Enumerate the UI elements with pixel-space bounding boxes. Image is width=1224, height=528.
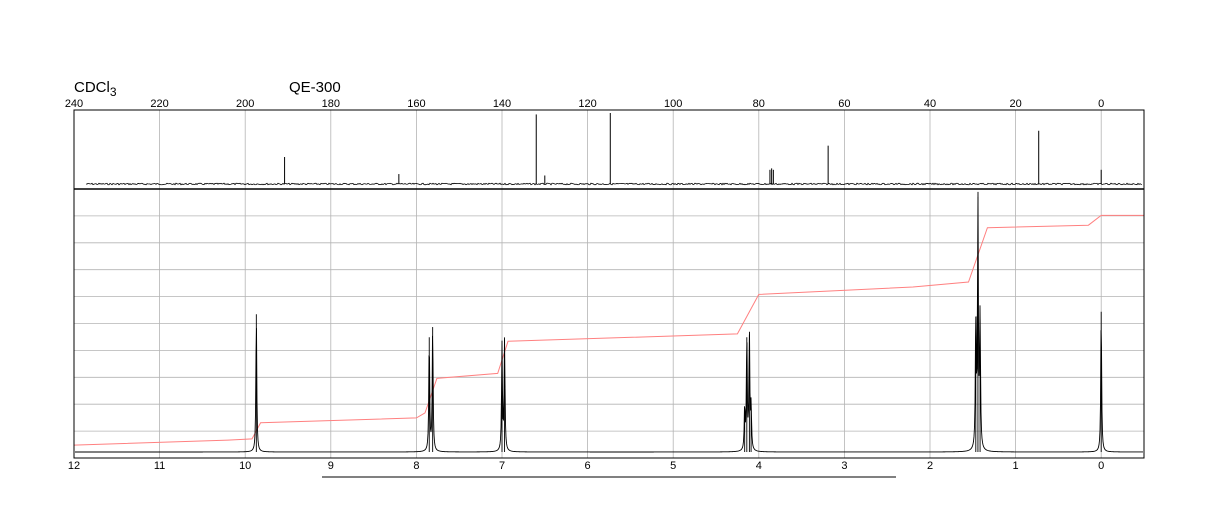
h1-tick-label: 4 bbox=[756, 460, 762, 472]
solvent-label: CDCl3 bbox=[74, 79, 117, 99]
c13-gridlines bbox=[159, 110, 1102, 189]
h1-spectrum-trace bbox=[75, 191, 1143, 453]
h1-integral-curve bbox=[73, 214, 1144, 446]
h1-tick-label: 7 bbox=[499, 460, 505, 472]
c13-tick-label: 200 bbox=[236, 98, 254, 110]
c13-tick-label: 140 bbox=[493, 98, 511, 110]
c13-tick-label: 160 bbox=[407, 98, 425, 110]
c13-tick-label: 220 bbox=[150, 98, 168, 110]
h1-tick-label: 8 bbox=[413, 460, 419, 472]
c13-tick-label: 0 bbox=[1098, 98, 1104, 110]
h1-integral-line bbox=[73, 214, 1144, 446]
h1-tick-label: 2 bbox=[927, 460, 933, 472]
c13-tick-label: 240 bbox=[65, 98, 83, 110]
c13-tick-label: 100 bbox=[664, 98, 682, 110]
c13-tick-label: 20 bbox=[1009, 98, 1021, 110]
h1-tick-label: 6 bbox=[585, 460, 591, 472]
instrument-label: QE-300 bbox=[289, 79, 341, 96]
c13-tick-label: 40 bbox=[924, 98, 936, 110]
c13-tick-labels: 240 220 200 180 160 140 120 100 80 60 40 20 0 bbox=[65, 98, 1104, 110]
c13-tick-label: 80 bbox=[753, 98, 765, 110]
c13-tick-label: 60 bbox=[838, 98, 850, 110]
c13-tick-label: 120 bbox=[578, 98, 596, 110]
h1-tick-labels: 12 11 10 9 8 7 6 5 4 3 2 1 0 bbox=[68, 460, 1104, 472]
h1-peaks bbox=[75, 191, 1143, 453]
h1-gridlines bbox=[74, 189, 1144, 458]
h1-tick-label: 11 bbox=[154, 460, 165, 472]
h1-tick-label: 5 bbox=[670, 460, 676, 472]
c13-tick-label: 180 bbox=[322, 98, 340, 110]
h1-tick-label: 1 bbox=[1013, 460, 1019, 472]
c13-peaks bbox=[85, 113, 1143, 186]
h1-tick-label: 12 bbox=[68, 460, 80, 472]
nmr-spectrum-figure: CDCl3 QE-300 240 220 200 180 160 140 120 100 80 6… bbox=[65, 79, 1145, 478]
plot-frame bbox=[73, 109, 1145, 459]
h1-tick-label: 10 bbox=[239, 460, 251, 472]
h1-tick-label: 0 bbox=[1098, 460, 1104, 472]
h1-tick-label: 9 bbox=[328, 460, 334, 472]
h1-tick-label: 3 bbox=[841, 460, 847, 472]
c13-baseline bbox=[85, 182, 1143, 186]
